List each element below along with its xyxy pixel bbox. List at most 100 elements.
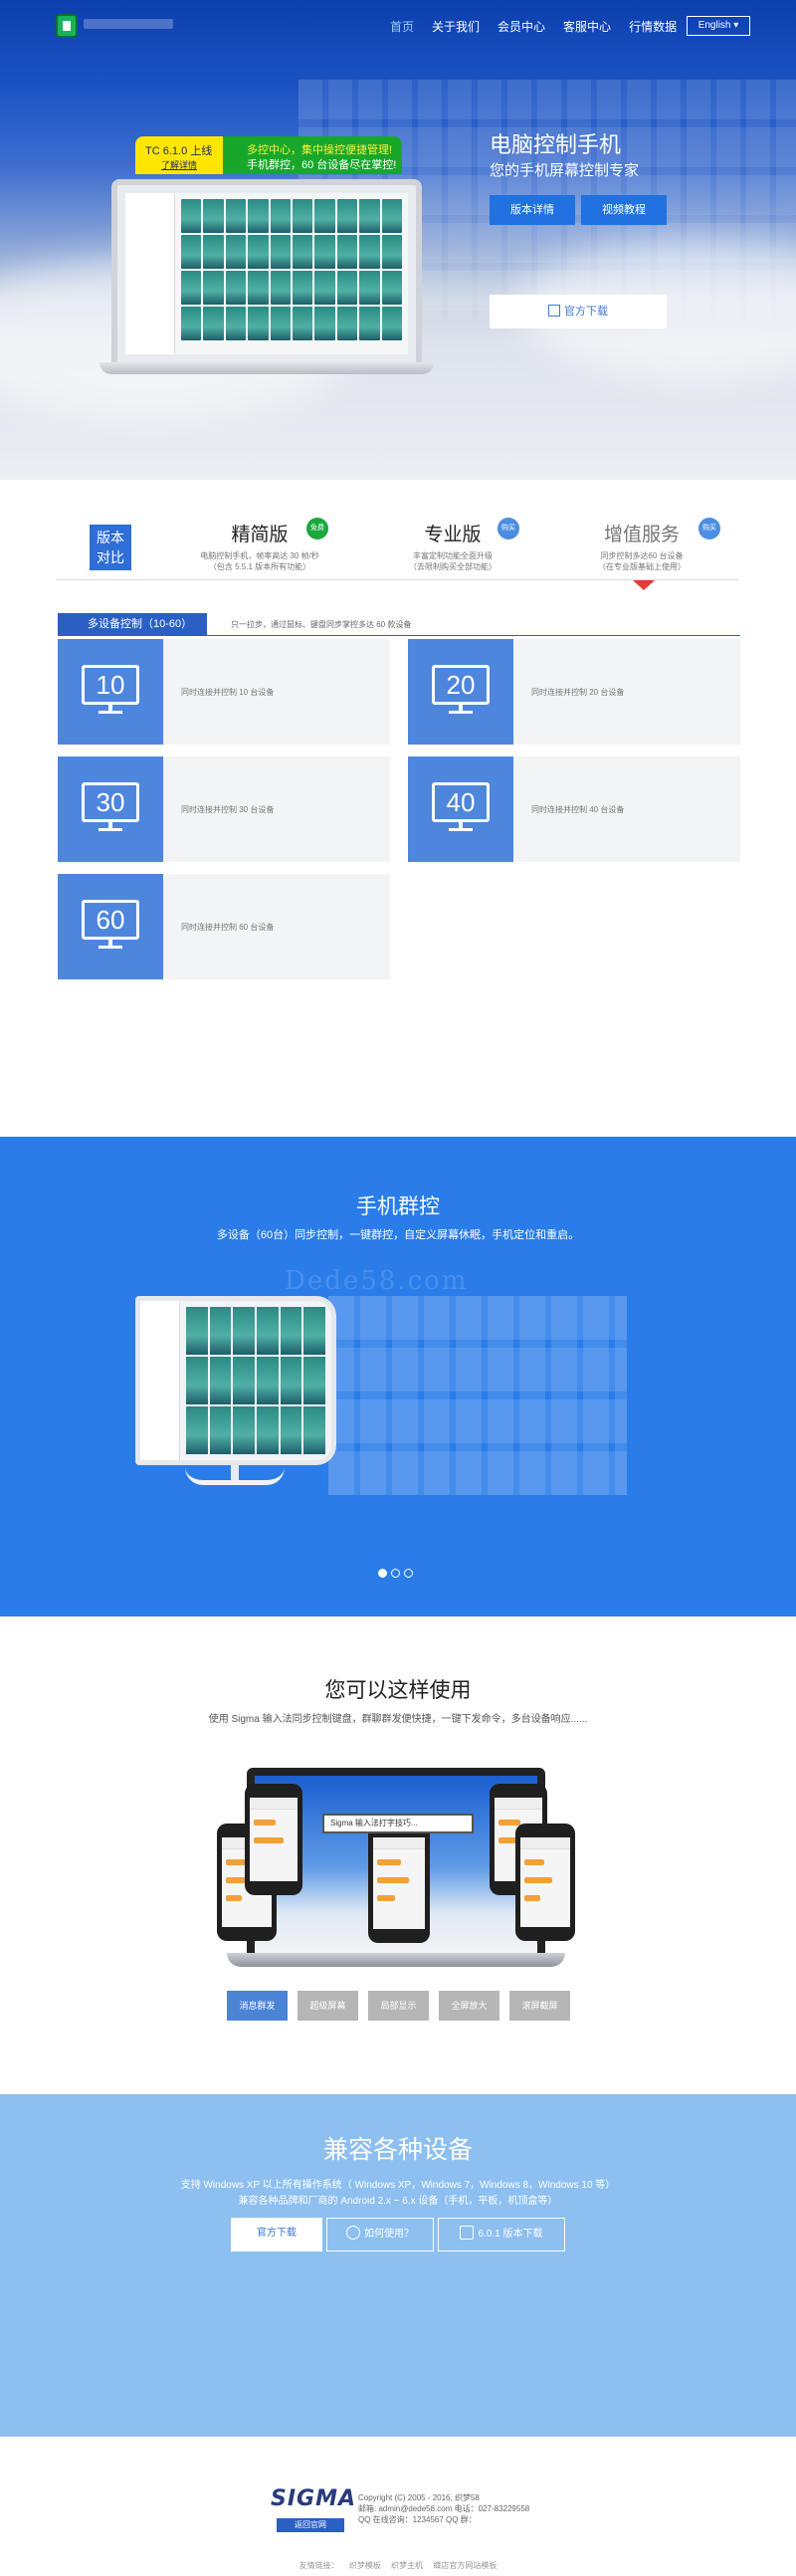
friend-link[interactable]: 织梦模板 [349,2561,381,2570]
phone-illustration [515,1824,575,1941]
language-select[interactable]: English ▾ [687,16,750,36]
footer: SIGMA 返回官网 Copyright (C) 2005 - 2016, 织梦… [0,2437,796,2576]
version-detail-link[interactable]: 了解详情 [161,158,197,171]
device-card-text: 同时连接并控制 30 台设备 [181,805,275,814]
version-desc-note: （包含 5.5.1 版本所有功能） [208,562,311,571]
tab-scroll-capture[interactable]: 滚屏截屏 [509,1991,570,2021]
version-col-addon[interactable]: 增值服务 同步控制多达60 台设备 （在专业版基础上使用） [567,520,716,572]
nav-member[interactable]: 会员中心 [498,18,545,35]
contact-email: 邮箱: admin@dede58.com 电话：027-83229558 [358,2504,530,2513]
monitor-icon: 10 [82,665,139,714]
play-icon [346,2226,360,2241]
logo-icon[interactable] [56,14,78,38]
phone-illustration [245,1784,302,1895]
version-desc-note: （在专业版基础上使用） [598,562,686,571]
section-title: 手机群控 [356,1195,440,1218]
hero-section: 首页 关于我们 会员中心 客服中心 行情数据 English ▾ TC 6.1.… [0,0,796,480]
feature-line-1: 多控中心，集中操控便捷管理! [247,144,393,156]
top-navigation: 首页 关于我们 会员中心 客服中心 行情数据 English ▾ [0,0,796,52]
version-name: 增值服务 [603,525,680,545]
device-card-text: 同时连接并控制 20 台设备 [531,688,625,697]
multi-device-tab[interactable]: 多设备控制（10-60） [58,613,207,635]
monitor-icon: 40 [432,782,490,831]
laptop-base [100,362,434,374]
nav-home[interactable]: 首页 [390,18,414,35]
carousel-dot[interactable] [378,1569,387,1578]
hero-subtitle: 您的手机屏幕控制专家 [490,162,640,179]
footer-info: Copyright (C) 2005 - 2016, 织梦58 邮箱: admi… [358,2492,529,2525]
version-compare-badge: 版本 对比 [90,525,131,570]
version-desc: 丰富定制功能全面升级 [413,551,493,560]
sigma-input-bar: Sigma 输入法打字技巧... [322,1814,474,1833]
tab-partial-display[interactable]: 局部显示 [368,1991,429,2021]
device-card-60[interactable]: 60 同时连接并控制 60 台设备 [58,874,390,979]
buy-tag: 购买 [498,518,519,539]
nav-support[interactable]: 客服中心 [563,18,611,35]
copyright-text: Copyright (C) 2005 - 2016, 织梦58 [358,2493,480,2502]
nav-about[interactable]: 关于我们 [432,18,480,35]
download-icon [548,305,560,318]
carousel-dot[interactable] [404,1569,413,1578]
version-details-button[interactable]: 版本详情 [490,195,575,225]
compat-download-button[interactable]: 官方下载 [231,2218,322,2252]
carousel-dots [378,1569,413,1578]
main-nav: 首页 关于我们 会员中心 客服中心 行情数据 [390,18,695,35]
contact-qq: QQ 在线咨询：1234567 QQ 群： [358,2515,477,2524]
tab-super-screen[interactable]: 超级屏幕 [298,1991,358,2021]
monitor-icon: 30 [82,782,139,831]
friend-links-label: 友情链接： [298,2561,339,2570]
device-card-text: 同时连接并控制 40 台设备 [531,805,625,814]
watermark: Dede58.com [285,1266,469,1296]
usage-title: 您可以这样使用 [324,1679,472,1702]
video-tutorial-button[interactable]: 视频教程 [581,195,667,225]
usage-tabs: 消息群发 超级屏幕 局部显示 全屏放大 滚屏截屏 [227,1991,570,2021]
monitor-icon: 20 [432,665,490,714]
old-version-download-button[interactable]: 6.0.1 版本下载 [438,2218,565,2252]
tab-fullscreen-zoom[interactable]: 全屏放大 [439,1991,499,2021]
friend-links: 友情链接： 织梦模板 织梦主机 織店官方网站模板 [0,2560,796,2571]
friend-link[interactable]: 织梦主机 [391,2561,423,2570]
mail-icon [460,2226,475,2241]
buy-tag: 购买 [698,518,720,539]
hero-title: 电脑控制手机 [490,132,622,157]
device-card-10[interactable]: 10 同时连接并控制 10 台设备 [58,639,390,745]
free-tag: 免费 [306,518,328,539]
version-desc-note: （去限制购买全部功能） [409,562,497,571]
monitor-illustration [135,1296,336,1465]
monitor-icon: 60 [82,900,139,949]
device-card-text: 同时连接并控制 60 台设备 [181,923,275,932]
device-card-20[interactable]: 20 同时连接并控制 20 台设备 [408,639,740,745]
monitor-stand-base [185,1467,285,1485]
device-card-40[interactable]: 40 同时连接并控制 40 台设备 [408,756,740,862]
version-tag-label: TC 6.1.0 上线 [145,145,213,157]
download-label: 官方下载 [564,306,608,318]
feature-tag: 多控中心，集中操控便捷管理! 手机群控，60 台设备尽在掌控! [223,136,402,174]
official-download-button[interactable]: 官方下载 [490,295,667,328]
usage-laptop-base [227,1953,565,1967]
carousel-dot[interactable] [391,1569,400,1578]
version-tag: TC 6.1.0 上线 了解详情 [135,136,223,174]
friend-link[interactable]: 織店官方网站模板 [433,2561,497,2570]
device-card-30[interactable]: 30 同时连接并控制 30 台设备 [58,756,390,862]
tab-rule [58,635,740,636]
tab-mass-message[interactable]: 消息群发 [227,1991,288,2021]
nav-market[interactable]: 行情数据 [629,18,677,35]
device-card-text: 同时连接并控制 10 台设备 [181,688,275,697]
usage-subtitle: 使用 Sigma 输入法同步控制键盘，群聊群发便快捷，一键下发命令，多台设备响应… [208,1714,588,1725]
section-subtitle: 多设备（60台）同步控制，一键群控，自定义屏幕休眠，手机定位和重启。 [216,1229,580,1241]
compat-line-2: 兼容各种品牌和厂商的 Android 2.x ~ 6.x 设备（手机，平板，机顶… [238,2196,558,2207]
compat-line-1: 支持 Windows XP 以上所有操作系统（ Windows XP，Windo… [180,2180,616,2191]
group-control-section: 手机群控 多设备（60台）同步控制，一键群控，自定义屏幕休眠，手机定位和重启。 … [0,1137,796,1616]
logo-wordmark[interactable] [84,19,173,29]
phone-illustration [368,1824,430,1943]
phone-wall-decoration [328,1296,627,1495]
multi-device-note: 只一拉步，通过鼠标、键盘同步掌控多达 60 款设备 [231,620,412,629]
version-desc: 同步控制多达60 台设备 [600,551,684,560]
compatibility-section: 兼容各种设备 支持 Windows XP 以上所有操作系统（ Windows X… [0,2094,796,2437]
active-indicator-arrow [633,580,655,590]
footer-logo[interactable]: SIGMA 返回官网 [271,2486,355,2532]
compat-title: 兼容各种设备 [322,2136,473,2164]
how-to-use-button[interactable]: 如何使用？ [326,2218,434,2252]
version-desc: 电脑控制手机，帧率高达 30 帧/秒 [200,551,319,560]
feature-line-2: 手机群控，60 台设备尽在掌控! [247,159,397,171]
